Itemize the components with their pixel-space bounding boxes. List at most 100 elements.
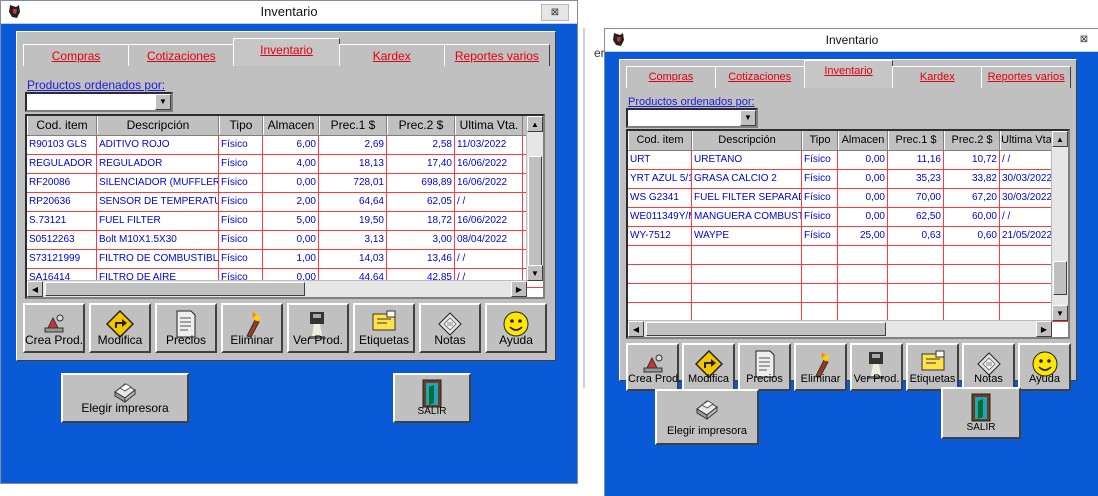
scroll-left-arrow-icon[interactable]: ◀ [27,281,43,297]
table-row[interactable]: URT URETANO Físico 0,00 11,16 10,72/ / [628,151,1068,170]
notas-button[interactable]: Notas [962,343,1015,391]
scroll-thumb[interactable] [528,156,542,268]
scroll-left-arrow-icon[interactable]: ◀ [628,321,644,337]
exit-door-icon [971,393,991,422]
horizontal-scrollbar[interactable]: ◀ ▶ [27,280,527,297]
column-header[interactable]: Descripción [692,131,802,150]
table-cell [628,246,692,264]
ayuda-button[interactable]: Ayuda [485,303,547,353]
column-header[interactable]: Descripción [97,116,219,135]
table-row[interactable]: S73121999 FILTRO DE COMBUSTIBLE Físico 1,00… [27,250,543,269]
column-header[interactable]: Almacen [838,131,888,150]
ayuda-button[interactable]: Ayuda [1018,343,1071,391]
title-bar[interactable]: Inventario ⊠ [1,1,577,24]
table-row[interactable]: YRT AZUL 5/1 GRASA CALCIO 2 Físico 0,00 35,2… [628,170,1068,189]
tab-reportes-varios[interactable]: Reportes varios [981,66,1071,88]
choose-printer-button[interactable]: Elegir impresora [655,389,759,445]
modifica-button[interactable]: Modifica [682,343,735,391]
tab-kardex[interactable]: Kardex [338,44,445,66]
labels-icon [371,310,397,335]
chevron-down-icon[interactable]: ▼ [155,94,171,110]
column-header[interactable]: Cod. item [628,131,692,150]
scroll-thumb-horizontal[interactable] [646,322,886,336]
table-cell: MANGUERA COMBUSTIBLE [692,208,802,226]
column-header[interactable]: Almacen [263,116,319,135]
table-row[interactable]: S.73121 FUEL FILTER Físico 5,00 19,50 18,72 16… [27,212,543,231]
table-cell: 64,64 [319,193,387,211]
table-cell: 2,69 [319,136,387,154]
tab-inventario[interactable]: Inventario [233,38,340,66]
tab-kardex[interactable]: Kardex [892,66,983,88]
table-row[interactable] [628,284,1068,303]
products-table[interactable]: Cod. item Descripción Tipo Almacen Prec.1 $ P… [626,129,1070,339]
column-header[interactable]: Tipo [219,116,263,135]
products-table[interactable]: Cod. item Descripción Tipo Almacen Prec.1 $ P… [25,114,545,299]
vertical-scrollbar[interactable]: ▲ ▼ [526,116,543,281]
eliminar-button[interactable]: Eliminar [794,343,847,391]
table-row[interactable]: RP20636SENSOR DE TEMPERATURAFísico2,0064… [27,193,543,212]
order-by-select[interactable]: ▼ [626,108,758,128]
table-row[interactable]: S0512263 Bolt M10X1.5X30 Físico 0,00 3,13 3,0… [27,231,543,250]
column-header[interactable]: Tipo [802,131,838,150]
table-row[interactable]: REGULADOR REGULADOR Físico 4,00 18,13 17,40 16… [27,155,543,174]
scroll-up-arrow-icon[interactable]: ▲ [527,116,543,132]
column-header[interactable]: Prec.1 $ [319,116,387,135]
toolbar-button-label: Notas [974,373,1003,385]
order-by-select[interactable]: ▼ [25,92,173,112]
tab-compras[interactable]: Compras [626,66,716,88]
tab-cotizaciones[interactable]: Cotizaciones [128,44,235,66]
table-row[interactable]: RF20086 SILENCIADOR (MUFFLER) Físico 0,00 72… [27,174,543,193]
column-header[interactable]: Cod. item [27,116,97,135]
table-cell: Físico [802,189,838,207]
table-cell: YRT AZUL 5/1 [628,170,692,188]
precios-button[interactable]: Precios [738,343,791,391]
scroll-thumb[interactable] [1053,261,1067,295]
close-button[interactable]: ⊠ [1071,32,1097,47]
eliminar-button[interactable]: Eliminar [221,303,283,353]
table-row[interactable]: WY-7512 WAYPE Físico 25,00 0,63 0,60 21/05/202… [628,227,1068,246]
toolbar-button-label: Etiquetas [909,373,956,385]
toolbar-button-label: Eliminar [800,373,841,385]
crea-prod-button[interactable]: Crea Prod. [23,303,85,353]
table-row[interactable] [628,265,1068,284]
exit-button[interactable]: SALIR [941,387,1021,439]
chevron-down-icon[interactable]: ▼ [740,110,756,126]
title-bar[interactable]: Inventario ⊠ [605,29,1098,52]
table-row[interactable]: WE011349Y/MMANGUERA COMBUSTIBLEFísico0,0… [628,208,1068,227]
notas-button[interactable]: Notas [419,303,481,353]
choose-printer-button[interactable]: Elegir impresora [61,373,189,423]
tab-reportes-varios[interactable]: Reportes varios [443,44,551,66]
tab-inventario[interactable]: Inventario [803,60,894,88]
scroll-thumb-horizontal[interactable] [45,282,305,296]
modifica-button[interactable]: Modifica [89,303,151,353]
tab-cotizaciones[interactable]: Cotizaciones [714,66,805,88]
tab-compras[interactable]: Compras [23,44,130,66]
choose-printer-label: Elegir impresora [81,401,169,415]
horizontal-scrollbar[interactable]: ◀ ▶ [628,320,1052,337]
close-button[interactable]: ⊠ [541,4,569,21]
ver-prod-button[interactable]: Ver Prod. [287,303,349,353]
ver-prod-button[interactable]: Ver Prod. [850,343,903,391]
table-row[interactable] [628,246,1068,265]
column-header[interactable]: Ultima Vta. [455,116,523,135]
table-cell: SILENCIADOR (MUFFLER) [97,174,219,192]
table-cell: FILTRO DE COMBUSTIBLE [97,250,219,268]
table-row[interactable]: WS G2341FUEL FILTER SEPARADORFísico0,007… [628,189,1068,208]
scroll-right-arrow-icon[interactable]: ▶ [511,281,527,297]
column-header[interactable]: Prec.1 $ [888,131,944,150]
table-row[interactable]: R90103 GLS ADITIVO ROJO Físico 6,00 2,69 2,58… [27,136,543,155]
column-header[interactable]: Prec.2 $ [944,131,1000,150]
exit-button[interactable]: SALIR [393,373,471,423]
scroll-up-arrow-icon[interactable]: ▲ [1052,131,1068,147]
precios-button[interactable]: Precios [155,303,217,353]
scroll-down-arrow-icon[interactable]: ▼ [527,265,543,281]
background-divider [583,28,585,388]
scroll-down-arrow-icon[interactable]: ▼ [1052,305,1068,321]
column-header[interactable]: Prec.2 $ [387,116,455,135]
scroll-right-arrow-icon[interactable]: ▶ [1036,321,1052,337]
etiquetas-button[interactable]: Etiquetas [353,303,415,353]
etiquetas-button[interactable]: Etiquetas [906,343,959,391]
vertical-scrollbar[interactable]: ▲ ▼ [1051,131,1068,321]
column-header[interactable]: Ultima Vta. [1000,131,1056,150]
crea-prod-button[interactable]: Crea Prod. [626,343,681,391]
